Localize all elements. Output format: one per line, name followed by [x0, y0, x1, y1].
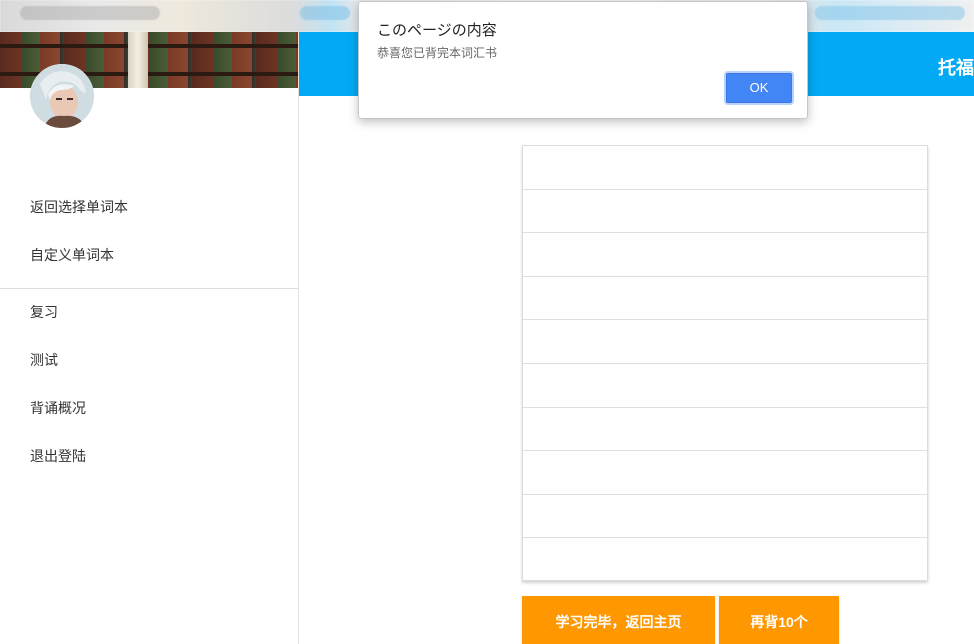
sidebar-item-label: 背诵概况	[30, 400, 86, 416]
alert-dialog: このページの内容 恭喜您已背完本词汇书 OK	[358, 1, 808, 119]
word-list-row[interactable]	[523, 277, 927, 321]
sidebar-item-custom-wordbook[interactable]: 自定义单词本	[0, 235, 298, 275]
word-list-row[interactable]	[523, 320, 927, 364]
study-ten-more-button[interactable]: 再背10个	[719, 596, 839, 644]
word-list-row[interactable]	[523, 146, 927, 190]
word-list-row[interactable]	[523, 233, 927, 277]
word-list-row[interactable]	[523, 538, 927, 582]
banner-window	[128, 32, 148, 88]
blurred-tab	[815, 6, 965, 20]
sidebar: 返回选择单词本 自定义单词本 复习 测试 背诵概况 退出登陆	[0, 32, 299, 644]
word-list-row[interactable]	[523, 190, 927, 234]
page-title: 托福	[938, 58, 974, 78]
word-list-row[interactable]	[523, 364, 927, 408]
sidebar-item-review[interactable]: 复习	[0, 292, 298, 332]
sidebar-item-test[interactable]: 测试	[0, 340, 298, 380]
avatar[interactable]	[30, 64, 94, 128]
word-list-row[interactable]	[523, 495, 927, 539]
sidebar-item-label: 复习	[30, 304, 58, 320]
blurred-tab	[300, 6, 350, 20]
word-list-row[interactable]	[523, 408, 927, 452]
sidebar-item-label: 自定义单词本	[30, 247, 114, 263]
word-list	[522, 145, 928, 581]
sidebar-item-logout[interactable]: 退出登陆	[0, 436, 298, 476]
finish-return-home-button[interactable]: 学习完毕，返回主页	[522, 596, 715, 644]
dialog-title: このページの内容	[377, 22, 497, 39]
dialog-ok-button[interactable]: OK	[726, 73, 792, 103]
dialog-message: 恭喜您已背完本词汇书	[377, 46, 498, 60]
sidebar-item-label: 测试	[30, 352, 58, 368]
blurred-tab	[20, 6, 160, 20]
sidebar-item-back-to-wordbooks[interactable]: 返回选择单词本	[0, 187, 298, 227]
bookshelf-line	[0, 44, 298, 48]
sidebar-item-progress[interactable]: 背诵概况	[0, 388, 298, 428]
sidebar-divider	[0, 288, 298, 289]
word-list-row[interactable]	[523, 451, 927, 495]
sidebar-item-label: 退出登陆	[30, 448, 86, 464]
sidebar-item-label: 返回选择单词本	[30, 199, 128, 215]
